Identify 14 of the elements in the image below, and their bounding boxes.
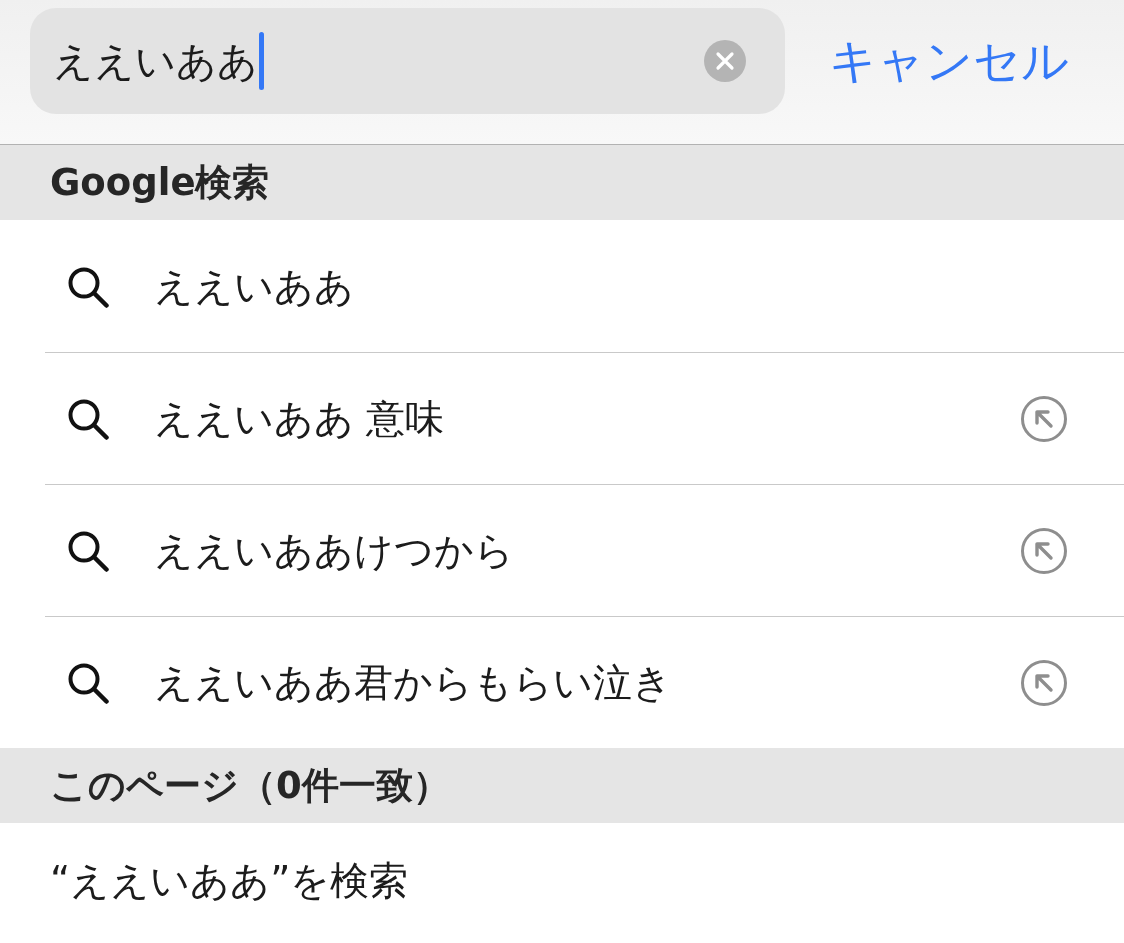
search-icon <box>67 661 109 704</box>
find-on-page-text[interactable]: “ええいああ”を検索 <box>50 854 409 908</box>
clear-icon[interactable] <box>704 40 746 82</box>
suggestion-text[interactable]: ええいああ君からもらい泣き <box>154 655 672 710</box>
search-icon <box>67 265 109 308</box>
search-icon <box>67 397 109 440</box>
suggestion-text[interactable]: ええいああ <box>154 259 354 314</box>
search-icon <box>67 529 109 572</box>
section-header: このページ（0件一致） <box>0 748 1124 823</box>
section-header: Google検索 <box>0 145 1124 220</box>
suggestion-text[interactable]: ええいああけつから <box>154 523 514 578</box>
suggestion-text[interactable]: ええいああ 意味 <box>154 391 445 446</box>
search-field[interactable]: ええいああ <box>30 8 785 114</box>
cancel-button[interactable]: キャンセル <box>829 29 1069 93</box>
